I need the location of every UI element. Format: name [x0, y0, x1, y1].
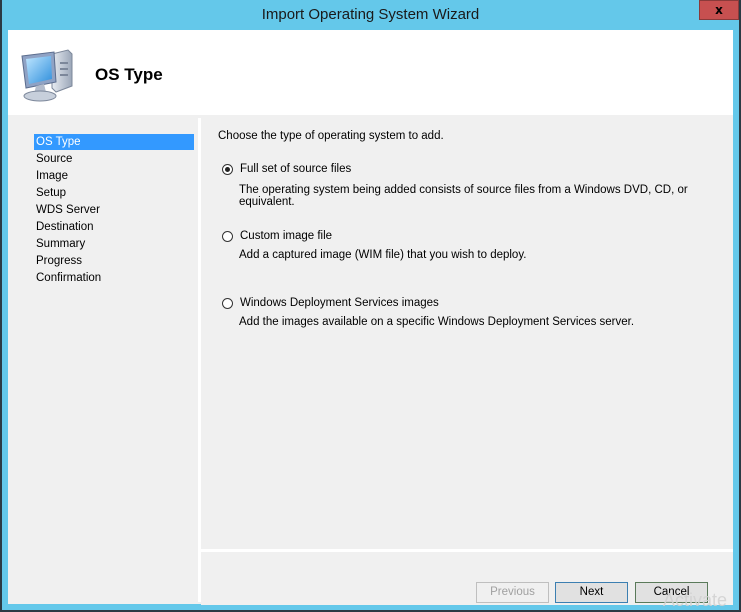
wizard-client-area: OS Type OS Type Source Image Setup WDS S…	[8, 30, 733, 605]
wizard-header: OS Type	[8, 30, 733, 115]
step-image[interactable]: Image	[34, 168, 68, 184]
previous-button[interactable]: Previous	[476, 582, 549, 603]
wizard-footer: Previous Next Cancel	[201, 549, 733, 605]
radio-button-checked[interactable]	[222, 163, 233, 175]
option-full-source-files[interactable]: Full set of source files	[222, 163, 351, 175]
title-bar[interactable]: Import Operating System Wizard x	[0, 0, 741, 30]
close-icon: x	[715, 3, 723, 17]
radio-button[interactable]	[222, 297, 233, 309]
window-border-left	[0, 0, 2, 612]
option-description: Add the images available on a specific W…	[239, 316, 635, 328]
activation-watermark: Activate	[663, 590, 728, 610]
instruction-text: Choose the type of operating system to a…	[218, 130, 444, 142]
step-wds-server[interactable]: WDS Server	[34, 202, 100, 218]
wizard-content: Choose the type of operating system to a…	[201, 118, 733, 546]
step-confirmation[interactable]: Confirmation	[34, 270, 101, 286]
wizard-steps-sidebar: OS Type Source Image Setup WDS Server De…	[10, 118, 201, 602]
step-os-type[interactable]: OS Type	[34, 134, 194, 150]
step-source[interactable]: Source	[34, 151, 72, 167]
next-button[interactable]: Next	[555, 582, 628, 603]
option-label[interactable]: Windows Deployment Services images	[240, 297, 439, 309]
option-custom-image-file[interactable]: Custom image file	[222, 230, 332, 242]
step-destination[interactable]: Destination	[34, 219, 94, 235]
close-button[interactable]: x	[699, 0, 739, 20]
option-label[interactable]: Full set of source files	[240, 163, 351, 175]
step-summary[interactable]: Summary	[34, 236, 85, 252]
option-description: Add a captured image (WIM file) that you…	[239, 249, 527, 261]
option-label[interactable]: Custom image file	[240, 230, 332, 242]
radio-button[interactable]	[222, 230, 233, 242]
page-title: OS Type	[95, 65, 163, 84]
window-title: Import Operating System Wizard	[261, 6, 480, 23]
step-setup[interactable]: Setup	[34, 185, 66, 201]
step-progress[interactable]: Progress	[34, 253, 82, 269]
option-description: The operating system being added consist…	[239, 184, 688, 208]
computer-icon	[21, 49, 73, 102]
option-wds-images[interactable]: Windows Deployment Services images	[222, 297, 439, 309]
